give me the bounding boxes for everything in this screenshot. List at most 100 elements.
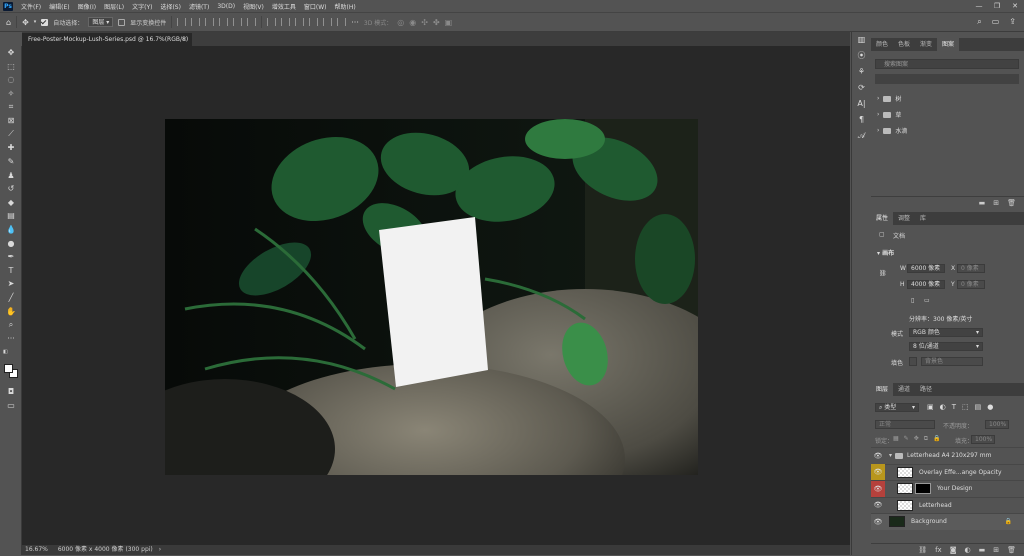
auto-select-checkbox[interactable]	[41, 18, 49, 26]
chevron-down-icon[interactable]: ▾	[889, 452, 892, 459]
filter-smart-object-icon[interactable]: ▤	[975, 403, 982, 411]
history-icon[interactable]: ▥	[852, 32, 871, 48]
menu-file[interactable]: 文件(F)	[17, 2, 45, 11]
document-tab[interactable]: Free-Poster-Mockup-Lush-Series.psd @ 16.…	[22, 33, 192, 46]
foreground-color-swatch[interactable]	[4, 364, 13, 373]
filter-shape-icon[interactable]: ⬚	[962, 403, 969, 411]
canvas-section-header[interactable]: ▾ 画布	[877, 248, 894, 257]
pen-tool-icon[interactable]: ✒	[0, 250, 22, 264]
layer-row-letterhead[interactable]: 👁 Letterhead	[871, 496, 1024, 514]
close-tab-icon[interactable]: ×	[182, 33, 187, 46]
layer-row-background[interactable]: 👁 Background 🔒	[871, 513, 1024, 530]
screen-mode-icon[interactable]: ▭	[0, 398, 22, 412]
zoom-tool-icon[interactable]: ⌕	[0, 318, 22, 332]
filter-toggle-icon[interactable]: ●	[987, 403, 993, 411]
visibility-eye-icon[interactable]: 👁	[871, 480, 885, 497]
new-group-icon[interactable]: ▬	[979, 197, 986, 208]
glyphs-icon[interactable]: 𝒜	[852, 128, 871, 144]
history-brush-tool-icon[interactable]: ↺	[0, 182, 22, 196]
menu-type[interactable]: 文字(Y)	[128, 2, 156, 11]
delete-icon[interactable]: 🗑	[1007, 197, 1016, 208]
quick-mask-icon[interactable]: ◘	[0, 385, 22, 399]
dodge-tool-icon[interactable]: ●	[0, 236, 22, 250]
distribute-top-icon[interactable]	[309, 18, 319, 26]
crop-tool-icon[interactable]: ⌗	[0, 100, 22, 114]
magic-wand-tool-icon[interactable]: ✧	[0, 87, 22, 101]
home-icon[interactable]: ⌂	[6, 18, 11, 27]
brush-settings-icon[interactable]: ⦿	[852, 48, 871, 64]
menu-3d[interactable]: 3D(D)	[213, 3, 239, 10]
adjustment-layer-icon[interactable]: ◐	[965, 544, 971, 555]
menu-window[interactable]: 窗口(W)	[300, 2, 331, 11]
fx-icon[interactable]: fx	[935, 544, 942, 555]
frame-tool-icon[interactable]: ⊠	[0, 114, 22, 128]
height-field[interactable]: 4000 像素	[907, 280, 945, 289]
layer-row-overlay[interactable]: 👁 Overlay Effe...ange Opacity	[871, 463, 1024, 481]
auto-select-target-dropdown[interactable]: 图层 ▾	[88, 17, 114, 27]
fill-swatch[interactable]	[909, 357, 917, 366]
orbit-3d-icon[interactable]: ◎	[397, 18, 404, 27]
lock-position-icon[interactable]: ✥	[914, 435, 919, 443]
add-mask-icon[interactable]: ◙	[950, 544, 957, 555]
clone-source-icon[interactable]: ⚘	[852, 64, 871, 80]
visibility-eye-icon[interactable]: 👁	[871, 497, 885, 513]
search-icon[interactable]: ⌕	[977, 17, 981, 27]
filter-pixel-icon[interactable]: ▣	[927, 403, 934, 411]
new-layer-icon[interactable]: ⊞	[993, 544, 999, 555]
align-top-icon[interactable]	[219, 18, 229, 26]
tab-libraries[interactable]: 库	[915, 212, 931, 225]
visibility-eye-icon[interactable]: 👁	[871, 464, 885, 481]
lasso-tool-icon[interactable]: ◌	[0, 73, 22, 87]
distribute-left-icon[interactable]	[267, 18, 277, 26]
tab-paths[interactable]: 路径	[915, 383, 937, 396]
tab-channels[interactable]: 通道	[893, 383, 915, 396]
align-middle-icon[interactable]	[233, 18, 243, 26]
tab-properties[interactable]: 属性	[871, 212, 894, 225]
scale-3d-icon[interactable]: ▣	[445, 18, 453, 27]
portrait-orientation-icon[interactable]: ▯	[911, 297, 914, 304]
tab-color[interactable]: 颜色	[871, 38, 893, 51]
lock-image-icon[interactable]: ✎	[904, 435, 909, 443]
color-swatches[interactable]	[4, 364, 18, 378]
zoom-level[interactable]: 16.67%	[25, 546, 48, 553]
blur-tool-icon[interactable]: 💧	[0, 223, 22, 237]
layer-row-your-design[interactable]: 👁 Your Design	[871, 480, 1024, 497]
filter-adjustment-icon[interactable]: ◐	[940, 403, 946, 411]
document-canvas[interactable]	[165, 119, 698, 475]
fill-opacity-field[interactable]: 100%	[971, 435, 995, 444]
transform-icon[interactable]: ⟳	[852, 80, 871, 96]
layer-mask-thumbnail[interactable]	[915, 483, 931, 495]
distribute-right-icon[interactable]	[295, 18, 305, 26]
more-options-button[interactable]: ···	[351, 18, 359, 27]
link-dimensions-icon[interactable]: ⛓	[879, 270, 887, 277]
roll-3d-icon[interactable]: ◉	[409, 18, 416, 27]
align-left-icon[interactable]	[177, 18, 187, 26]
slide-3d-icon[interactable]: ✤	[433, 18, 440, 27]
menu-view[interactable]: 视图(V)	[239, 2, 268, 11]
blend-mode-dropdown[interactable]: 正常	[875, 420, 935, 429]
type-tool-icon[interactable]: T	[0, 264, 22, 278]
layer-row-group[interactable]: 👁 ▾ Letterhead A4 210x297 mm	[871, 447, 1024, 464]
move-tool-icon[interactable]: ✥	[0, 46, 22, 60]
status-menu-arrow[interactable]: ›	[159, 546, 161, 553]
close-window-button[interactable]: ✕	[1006, 2, 1024, 10]
line-tool-icon[interactable]: ╱	[0, 291, 22, 305]
more-tools-icon[interactable]: ···	[0, 331, 22, 345]
mode-dropdown[interactable]: RGB 颜色 ▾	[909, 328, 983, 337]
menu-edit[interactable]: 编辑(E)	[45, 2, 73, 11]
marquee-tool-icon[interactable]: ⬚	[0, 60, 22, 74]
hand-tool-icon[interactable]: ✋	[0, 304, 22, 318]
move-tool-icon[interactable]: ✥	[22, 18, 29, 27]
chevron-down-icon[interactable]: ▾	[34, 19, 37, 25]
visibility-eye-icon[interactable]: 👁	[871, 514, 885, 530]
fill-dropdown[interactable]: 背景色	[921, 357, 983, 366]
landscape-orientation-icon[interactable]: ▭	[924, 297, 930, 304]
width-field[interactable]: 6000 像素	[907, 264, 945, 273]
tab-adjustments[interactable]: 调整	[893, 212, 915, 225]
visibility-eye-icon[interactable]: 👁	[871, 448, 885, 464]
layer-filter-dropdown[interactable]: ⌕ 类型 ▾	[875, 403, 919, 412]
tab-swatches[interactable]: 色板	[893, 38, 915, 51]
tab-layers[interactable]: 图层	[871, 383, 894, 396]
align-right-icon[interactable]	[205, 18, 215, 26]
menu-help[interactable]: 帮助(H)	[331, 2, 360, 11]
